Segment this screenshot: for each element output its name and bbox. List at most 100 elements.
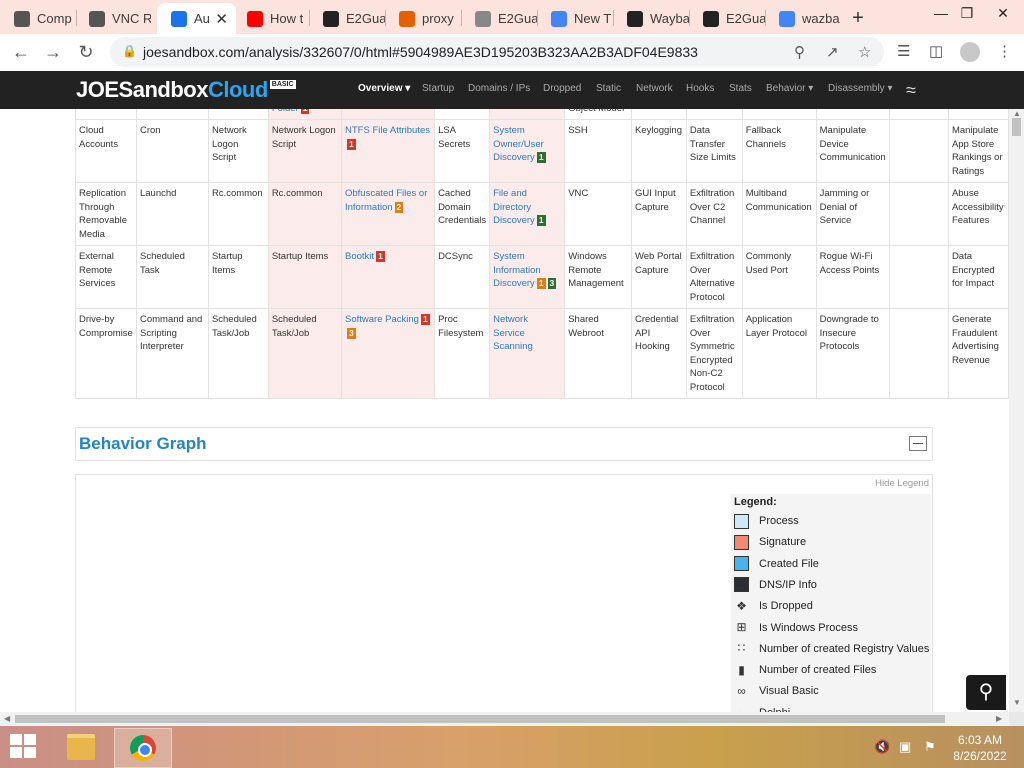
browser-tab[interactable]: proxy <box>385 3 461 34</box>
nav-item[interactable]: Disassembly ▾ <box>828 83 892 94</box>
count-badge: 1 <box>300 109 310 114</box>
technique-label: Cron <box>139 125 161 136</box>
browser-tab[interactable]: Comp <box>0 3 76 34</box>
logo-sandbox: Sandbox <box>118 77 209 102</box>
technique-link[interactable]: Folder <box>272 109 299 114</box>
nav-item[interactable]: Hooks <box>686 83 714 94</box>
matrix-cell: Rogue Wi-Fi Access Points <box>815 245 890 309</box>
matrix-cell: Application Layer Protocol <box>741 308 817 399</box>
matrix-cell: System Information Discovery 1 3 <box>489 245 566 309</box>
joesandbox-icon <box>89 10 105 27</box>
technique-label: Downgrade to Insecure Protocols <box>819 314 879 352</box>
side-panel-icon[interactable]: ◫ <box>929 42 943 60</box>
matrix-cell: Command and Scripting Interpreter <box>135 308 209 399</box>
legend-item: Created File <box>734 555 819 573</box>
horizontal-scroll-thumb[interactable] <box>15 715 945 723</box>
matrix-cell: Rc.common <box>207 182 269 246</box>
volume-muted-icon[interactable]: 🔇 <box>874 739 890 755</box>
hide-legend-link[interactable]: Hide Legend <box>875 478 929 489</box>
legend-label: DNS/IP Info <box>759 578 817 591</box>
technique-link[interactable]: System Information Discovery <box>493 251 541 289</box>
profile-avatar[interactable] <box>960 42 980 62</box>
chrome-icon <box>130 735 156 761</box>
technique-label: Network Logon Script <box>211 125 247 163</box>
browser-tab[interactable]: E2Gua <box>309 3 385 34</box>
nav-item[interactable]: Overview ▾ <box>358 83 410 94</box>
nav-item[interactable]: Startup <box>422 83 454 94</box>
technique-label: Rc.common <box>271 188 323 199</box>
matrix-cell: Scheduled Task/Job <box>207 308 269 399</box>
scroll-left-icon[interactable]: ◀ <box>4 714 10 723</box>
vertical-scrollbar[interactable]: ▲ ▼ <box>1009 109 1024 712</box>
graph-legend: Legend: Process Signature Created File DNS/… <box>731 494 931 712</box>
browser-tab[interactable]: E2Gua <box>461 3 537 34</box>
matrix-cell: Network Logon Script <box>207 119 269 183</box>
minimize-button[interactable]: — <box>930 5 952 21</box>
matrix-cell <box>888 245 949 309</box>
share-icon[interactable]: ↗ <box>826 43 839 61</box>
reload-button[interactable]: ↻ <box>75 41 97 63</box>
technique-link[interactable]: Bootkit <box>345 251 374 262</box>
collapse-icon[interactable] <box>909 436 927 451</box>
legend-label: Signature <box>759 536 807 549</box>
nav-item[interactable]: Behavior ▾ <box>766 83 813 94</box>
back-button[interactable]: ← <box>10 41 32 63</box>
start-button[interactable] <box>10 734 38 760</box>
windows-icon: ⊞ <box>736 620 747 634</box>
nav-item[interactable]: Dropped <box>543 83 581 94</box>
browser-tab[interactable]: How t <box>233 3 309 34</box>
address-bar[interactable]: 🔒 joesandbox.com/analysis/332607/0/html#… <box>110 37 884 67</box>
mitre-attack-matrix: Folder1Object ModelCloud AccountsCronNet… <box>75 109 1009 399</box>
scroll-right-icon[interactable]: ▶ <box>996 714 1002 723</box>
technique-link[interactable]: Obfuscated Files or Information <box>345 188 427 213</box>
matrix-row: Drive-by Compromise Command and Scripting… <box>75 308 1009 399</box>
browser-tab[interactable]: wazba <box>765 3 841 34</box>
file-explorer-taskbar-button[interactable] <box>53 728 109 766</box>
joesandbox-logo[interactable]: JOESandboxCloud BASIC <box>76 77 296 103</box>
technique-label: Scheduled Task/Job <box>271 314 317 339</box>
matrix-cell: Cached Domain Credentials <box>434 182 491 246</box>
technique-label: LSA Secrets <box>438 125 471 150</box>
action-center-icon[interactable]: ⚑ <box>924 739 936 755</box>
technique-label: Exfiltration Over Symmetric Encrypted No… <box>689 314 735 393</box>
technique-link[interactable]: Software Packing <box>345 314 419 325</box>
media-control-icon[interactable]: ☰ <box>897 42 910 60</box>
matrix-cell: Object Model <box>564 109 632 120</box>
scroll-down-icon[interactable]: ▼ <box>1013 698 1021 707</box>
lock-icon: 🔒 <box>122 44 137 58</box>
close-tab-icon[interactable]: ✕ <box>215 10 228 28</box>
system-clock[interactable]: 6:03 AM 8/26/2022 <box>950 732 1010 764</box>
technique-label: Jamming or Denial of Service <box>819 188 870 226</box>
bookmark-star-icon[interactable]: ☆ <box>858 43 871 61</box>
signal-icon[interactable]: ≈ <box>906 80 916 101</box>
vertical-scroll-thumb[interactable] <box>1012 118 1021 136</box>
nav-item[interactable]: Network <box>636 83 673 94</box>
zoom-icon[interactable]: ⚲ <box>794 43 805 61</box>
matrix-cell: Network Logon Script <box>267 119 343 183</box>
scroll-up-icon[interactable]: ▲ <box>1013 109 1021 118</box>
restore-button[interactable]: ❐ <box>956 5 978 22</box>
forward-button[interactable]: → <box>42 41 64 63</box>
chrome-taskbar-button[interactable] <box>114 728 172 768</box>
matrix-cell: Rc.common <box>267 182 343 246</box>
technique-link[interactable]: File and Directory Discovery <box>493 188 535 226</box>
matrix-cell: Exfiltration Over Symmetric Encrypted No… <box>685 308 743 399</box>
search-icon[interactable]: ⚲ <box>966 675 1006 710</box>
menu-kebab-icon[interactable]: ⋮ <box>997 42 1012 60</box>
close-window-button[interactable]: ✕ <box>992 5 1014 22</box>
horizontal-scrollbar[interactable]: ◀ ▶ <box>0 712 1009 726</box>
legend-swatch <box>734 556 749 572</box>
nav-item[interactable]: Static <box>596 83 621 94</box>
nav-item[interactable]: Stats <box>729 83 752 94</box>
nav-item[interactable]: Domains / IPs <box>468 83 530 94</box>
network-icon[interactable]: ▣ <box>899 739 911 755</box>
browser-tab[interactable]: Wayba <box>613 3 689 34</box>
browser-tab[interactable]: VNC R <box>75 3 151 34</box>
browser-tab[interactable]: New T <box>537 3 613 34</box>
browser-tab[interactable]: Au ✕ <box>157 3 236 34</box>
new-tab-button[interactable]: + <box>847 7 869 30</box>
technique-link[interactable]: Network Service Scanning <box>493 314 533 352</box>
technique-label: Abuse Accessibility Features <box>951 188 1004 226</box>
technique-link[interactable]: NTFS File Attributes <box>345 125 430 136</box>
browser-tab[interactable]: E2Gua <box>689 3 765 34</box>
